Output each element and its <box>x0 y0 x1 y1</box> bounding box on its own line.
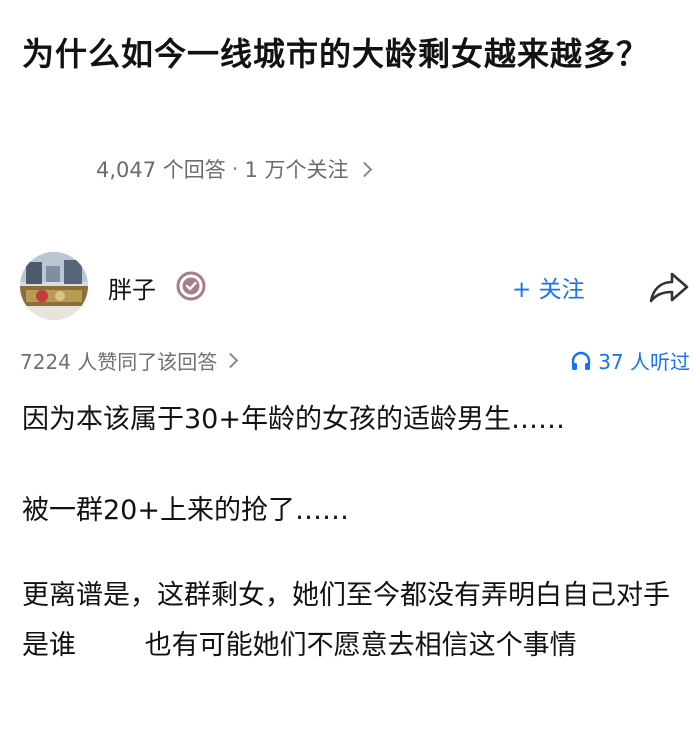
question-meta[interactable]: 4,047 个回答 · 1 万个关注 <box>96 154 372 184</box>
upvote-label: 7224 人赞同了该回答 <box>20 350 218 374</box>
follow-label: + 关注 <box>512 277 585 303</box>
answer-paragraph: 因为本该属于30+年龄的女孩的适龄男生…… <box>22 404 565 435</box>
avatar-image <box>20 252 88 320</box>
listen-label: 37 人听过 <box>598 350 690 374</box>
headphone-icon <box>571 351 591 370</box>
answer-count: 4,047 个回答 <box>96 158 226 182</box>
chevron-right-icon <box>222 352 239 369</box>
question-title[interactable]: 为什么如今一线城市的大龄剩女越来越多？ <box>22 28 672 80</box>
author-row: 胖子 + 关注 <box>20 252 690 324</box>
meta-separator: · <box>231 157 239 181</box>
author-name[interactable]: 胖子 <box>108 270 156 305</box>
chevron-right-icon <box>356 161 372 177</box>
verified-badge-icon <box>176 271 206 301</box>
share-icon[interactable] <box>648 270 690 304</box>
answer-paragraph: 被一群20+上来的抢了…… <box>22 495 349 526</box>
answer-paragraph: 更离谱是，这群剩女，她们至今都没有弄明白自己对手是谁 也有可能她们不愿意去相信这… <box>22 580 670 661</box>
listen-count[interactable]: 37 人听过 <box>570 346 690 375</box>
answer-stats: 7224 人赞同了该回答 37 人听过 <box>20 346 690 376</box>
avatar[interactable] <box>20 252 88 320</box>
upvote-count[interactable]: 7224 人赞同了该回答 <box>20 346 239 375</box>
follower-count: 1 万个关注 <box>244 158 349 182</box>
follow-button[interactable]: + 关注 <box>512 270 585 304</box>
